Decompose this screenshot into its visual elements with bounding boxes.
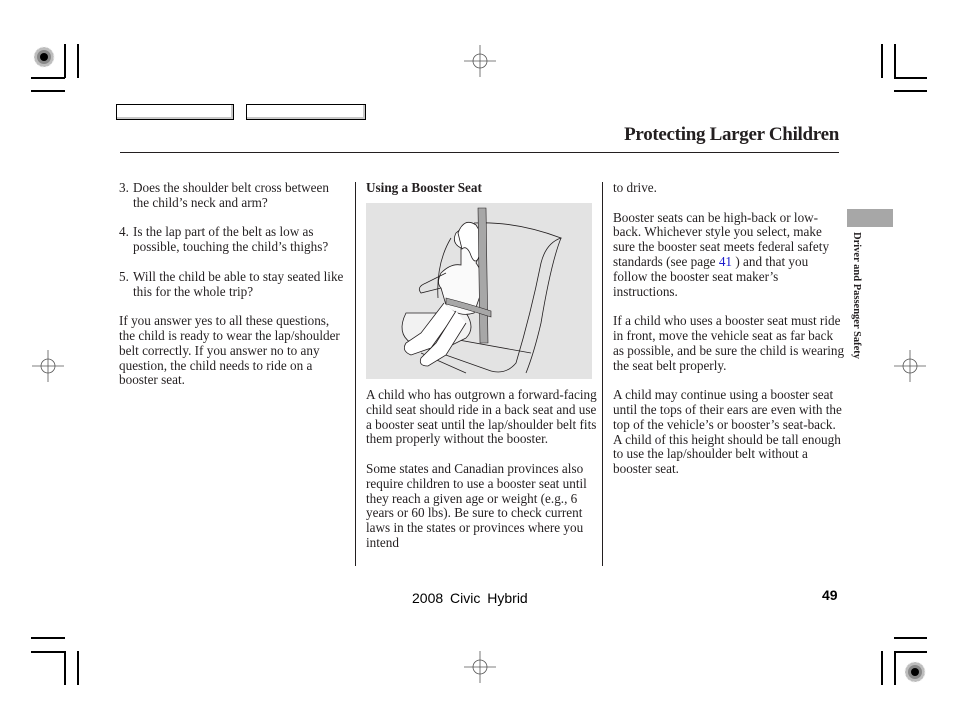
list-text: Is the lap part of the belt as low as po… — [133, 224, 329, 255]
footer-model-name: 2008 Civic Hybrid — [412, 590, 528, 606]
section-label: Driver and Passenger Safety — [851, 232, 862, 360]
paragraph: If a child who uses a booster seat must … — [613, 313, 845, 373]
nav-button-table-of-contents[interactable] — [246, 104, 366, 120]
list-number: 5. — [119, 268, 129, 284]
column-2: Using a Booster Seat — [366, 180, 596, 196]
child-in-booster-seat-icon — [401, 207, 563, 374]
column-3: to drive. Booster seats can be high-back… — [613, 180, 845, 492]
list-text: Does the shoulder belt cross between the… — [133, 180, 329, 210]
section-heading: Using a Booster Seat — [366, 180, 482, 195]
header-rule — [120, 152, 839, 153]
list-number: 3. — [119, 180, 129, 195]
page-title: Protecting Larger Children — [624, 124, 839, 145]
registration-target-icon — [904, 661, 926, 683]
list-item: 3. Does the shoulder belt cross between … — [119, 180, 347, 211]
paragraph-continuation: to drive. — [613, 180, 657, 195]
page-reference-link[interactable]: 41 — [719, 254, 732, 269]
column-divider — [602, 182, 603, 566]
page-number: 49 — [822, 587, 838, 603]
column-2-body: A child who has outgrown a forward-facin… — [366, 387, 598, 566]
nav-button-main-menu[interactable] — [116, 104, 234, 120]
registration-target-icon — [33, 46, 55, 68]
list-number: 4. — [119, 224, 129, 240]
booster-seat-illustration — [366, 203, 592, 379]
paragraph: If you answer yes to all these questions… — [119, 313, 340, 388]
crosshair-left-icon — [32, 350, 64, 382]
column-divider — [355, 182, 356, 566]
crosshair-right-icon — [894, 350, 926, 382]
paragraph: Some states and Canadian provinces also … — [366, 460, 587, 550]
list-text: Will the child be able to stay seated li… — [133, 268, 344, 299]
section-tab — [847, 209, 893, 227]
crosshair-top-icon — [464, 45, 496, 77]
list-item: 4. Is the lap part of the belt as low as… — [119, 225, 347, 255]
paragraph: Booster seats can be high-back or low-ba… — [613, 210, 845, 300]
crosshair-bottom-icon — [464, 651, 496, 683]
list-item: 5. Will the child be able to stay seated… — [119, 268, 347, 300]
paragraph: A child who has outgrown a forward-facin… — [366, 387, 597, 447]
paragraph: A child may continue using a booster sea… — [613, 387, 842, 477]
column-1: 3. Does the shoulder belt cross between … — [119, 180, 347, 403]
